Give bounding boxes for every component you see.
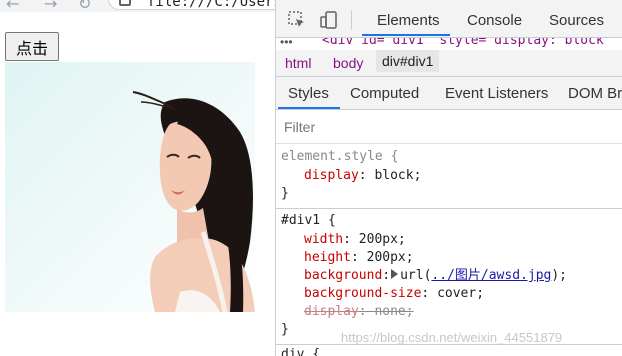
active-tab-indicator (362, 34, 450, 36)
background-image-link[interactable]: ../图片/awsd.jpg (431, 268, 551, 283)
reload-icon[interactable]: ↻ (78, 0, 91, 12)
breadcrumb-html[interactable]: html (285, 55, 311, 71)
browser-toolbar: ← → ↻ file:///C:/Users/ (0, 0, 275, 12)
css-value-background-end: ); (551, 268, 567, 283)
rule-close-brace: } (281, 322, 289, 337)
css-property-background-size[interactable]: background-size (304, 286, 421, 301)
filter-bar (276, 110, 622, 144)
css-value-background[interactable]: url( (400, 268, 431, 283)
element-style-rule: element.style { display: block; } (281, 149, 422, 201)
subtab-event-listeners[interactable]: Event Listeners (445, 85, 548, 102)
subtab-styles[interactable]: Styles (288, 85, 329, 102)
div1-selector[interactable]: #div1 { (281, 213, 336, 228)
dom-tree-line[interactable]: ••• <div id="div1" style="display: block (276, 38, 622, 50)
devtools-panel: Elements Console Sources ••• <div id="di… (275, 0, 622, 356)
dom-node-code[interactable]: <div id="div1" style="display: block (322, 38, 604, 48)
css-value-display-overridden[interactable]: none; (374, 304, 413, 319)
css-property[interactable]: display (304, 168, 359, 183)
css-property-width[interactable]: width (304, 232, 343, 247)
back-icon[interactable]: ← (6, 0, 19, 12)
watermark: https://blog.csdn.net/weixin_44551879 (341, 330, 563, 345)
background-photo (5, 62, 255, 312)
file-icon (119, 0, 131, 6)
css-value-width[interactable]: 200px; (359, 232, 406, 247)
click-button[interactable]: 点击 (5, 32, 59, 61)
css-value-height[interactable]: 200px; (367, 250, 414, 265)
div-rule: div { (276, 346, 622, 356)
toolbar-divider (351, 10, 352, 30)
tab-console[interactable]: Console (467, 12, 522, 29)
tab-sources[interactable]: Sources (549, 12, 604, 29)
active-subtab-indicator (278, 107, 340, 109)
inspect-element-icon[interactable] (288, 11, 306, 29)
css-value[interactable]: block; (374, 168, 421, 183)
breadcrumb: html body div#div1 (276, 50, 622, 77)
css-property-height[interactable]: height (304, 250, 351, 265)
rule-close-brace: } (281, 186, 289, 201)
rule-divider (276, 208, 622, 209)
devtools-tabbar: Elements Console Sources (276, 0, 622, 38)
css-property-background[interactable]: background (304, 268, 382, 283)
subtab-dom-breakpoints[interactable]: DOM Bre (568, 85, 622, 102)
dom-ellipsis[interactable]: ••• (280, 38, 293, 49)
expand-triangle-icon[interactable] (391, 269, 399, 279)
tab-elements[interactable]: Elements (377, 12, 440, 29)
subtab-computed[interactable]: Computed (350, 85, 419, 102)
breadcrumb-div1[interactable]: div#div1 (376, 50, 440, 72)
address-text: file:///C:/Users/ (147, 0, 275, 10)
styles-filter-input[interactable] (284, 119, 584, 135)
div-selector[interactable]: div { (281, 347, 320, 356)
element-style-selector: element.style { (281, 149, 399, 164)
styles-subtabs: Styles Computed Event Listeners DOM Bre (276, 77, 622, 110)
css-property-display-overridden[interactable]: display (304, 304, 359, 319)
div1-rule: #div1 { width: 200px; height: 200px; bac… (281, 213, 567, 337)
portrait-image (132, 91, 255, 312)
css-value-background-size[interactable]: cover; (437, 286, 484, 301)
address-bar[interactable]: file:///C:/Users/ (108, 0, 275, 10)
forward-icon[interactable]: → (44, 0, 57, 12)
device-toolbar-icon[interactable] (320, 11, 338, 29)
breadcrumb-body[interactable]: body (333, 55, 363, 71)
